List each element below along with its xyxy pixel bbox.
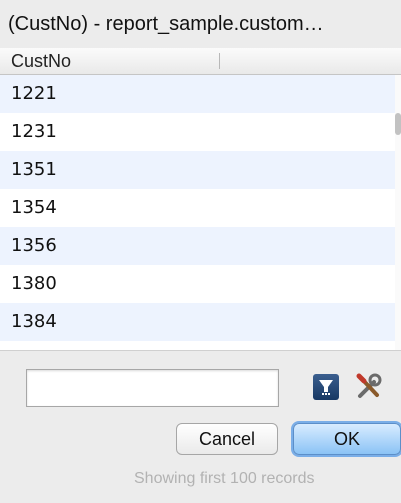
table-row[interactable]: 1384 bbox=[0, 303, 395, 341]
records-table: CustNo 1221 1231 1351 1354 1356 1380 138… bbox=[0, 48, 401, 351]
scrollbar-thumb[interactable] bbox=[395, 113, 401, 135]
cell-custno: 1380 bbox=[11, 273, 57, 294]
column-header-label: CustNo bbox=[11, 51, 72, 71]
table-row[interactable]: 1354 bbox=[0, 189, 395, 227]
table-row[interactable]: 1380 bbox=[0, 265, 395, 303]
table-row[interactable]: 1351 bbox=[0, 151, 395, 189]
dialog-title: (CustNo) - report_sample.custom… bbox=[8, 13, 324, 35]
records-status: Showing first 100 records bbox=[134, 470, 315, 487]
table-row[interactable]: 1231 bbox=[0, 113, 395, 151]
cell-custno: 1351 bbox=[11, 159, 57, 180]
table-rows: 1221 1231 1351 1354 1356 1380 1384 bbox=[0, 75, 401, 350]
cell-custno: 1356 bbox=[11, 235, 57, 256]
vertical-scrollbar[interactable] bbox=[395, 75, 401, 350]
table-row[interactable]: 1356 bbox=[0, 227, 395, 265]
cancel-button[interactable]: Cancel bbox=[176, 423, 278, 455]
ok-button[interactable]: OK bbox=[293, 423, 401, 455]
cell-custno: 1354 bbox=[11, 197, 57, 218]
column-resize-handle[interactable] bbox=[219, 53, 220, 69]
cell-custno: 1231 bbox=[11, 121, 57, 142]
cell-custno: 1384 bbox=[11, 311, 57, 332]
search-input[interactable] bbox=[26, 369, 279, 407]
column-header-custno[interactable]: CustNo bbox=[0, 48, 401, 75]
cell-custno: 1221 bbox=[11, 83, 57, 104]
tools-icon[interactable] bbox=[355, 373, 383, 401]
table-row[interactable]: 1221 bbox=[0, 75, 395, 113]
filter-icon[interactable] bbox=[313, 374, 339, 400]
